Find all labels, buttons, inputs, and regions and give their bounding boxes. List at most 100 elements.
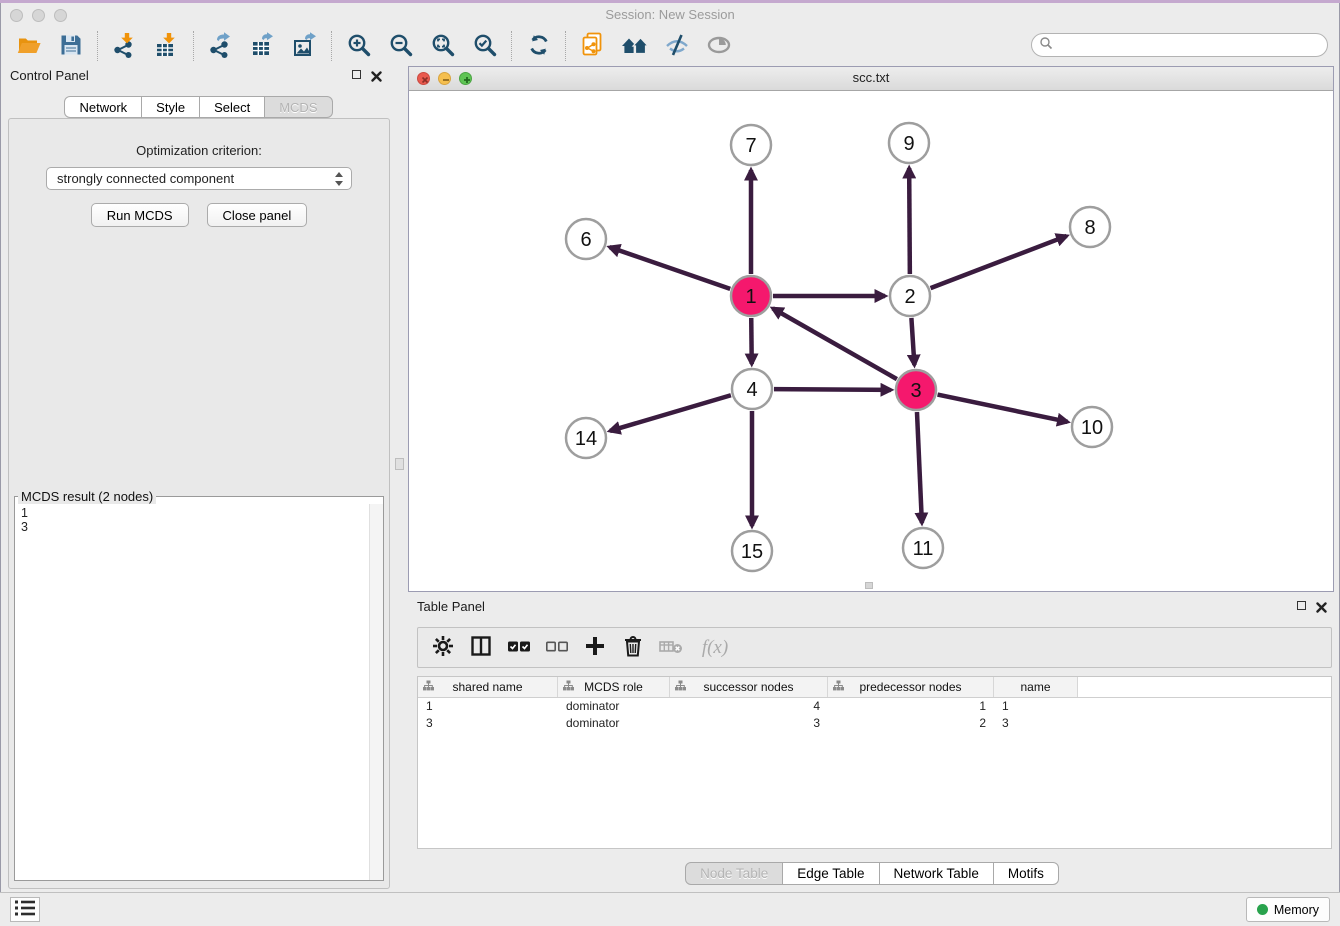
cell[interactable]: dominator: [558, 698, 670, 715]
tab-style[interactable]: Style: [142, 96, 200, 118]
task-history-button[interactable]: [10, 897, 40, 922]
columns-icon: [469, 634, 493, 661]
node-4[interactable]: 4: [732, 369, 772, 409]
export-network-button[interactable]: [200, 30, 242, 62]
network-window-titlebar[interactable]: scc.txt: [409, 67, 1333, 91]
run-mcds-button[interactable]: Run MCDS: [91, 203, 189, 227]
column-header-shared-name[interactable]: shared name: [418, 677, 558, 697]
edge-3-10[interactable]: [938, 395, 1068, 422]
table-options-button[interactable]: [427, 633, 458, 663]
edge-3-11[interactable]: [917, 412, 922, 523]
network-canvas[interactable]: 7 9 6 8 1 2 4 3 14 10 15 11: [409, 90, 1333, 591]
table-header-row: shared nameMCDS rolesuccessor nodesprede…: [418, 677, 1331, 698]
add-column-button[interactable]: [579, 633, 610, 663]
edge-4-3[interactable]: [774, 389, 891, 390]
search-icon: [1039, 36, 1053, 55]
svg-text:9: 9: [903, 133, 914, 155]
deselect-all-button[interactable]: [541, 633, 572, 663]
import-network-button[interactable]: [104, 30, 146, 62]
node-10[interactable]: 10: [1072, 407, 1112, 447]
tab-network[interactable]: Network: [64, 96, 142, 118]
float-panel-icon[interactable]: [352, 70, 361, 79]
column-header-successor-nodes[interactable]: successor nodes: [670, 677, 828, 697]
cell[interactable]: 4: [670, 698, 828, 715]
mcds-panel: Optimization criterion: strongly connect…: [8, 118, 390, 889]
network-scroll-grip[interactable]: [865, 582, 873, 589]
table-row[interactable]: 3dominator323: [418, 715, 1331, 732]
tab-node-table[interactable]: Node Table: [685, 862, 783, 885]
cell[interactable]: 2: [828, 715, 994, 732]
column-header-predecessor-nodes[interactable]: predecessor nodes: [828, 677, 994, 697]
edge-1-6[interactable]: [610, 247, 731, 289]
header-filler: [1078, 677, 1331, 697]
cell[interactable]: 1: [418, 698, 558, 715]
open-folder-icon: [16, 32, 42, 61]
close-panel-icon[interactable]: [1316, 600, 1327, 611]
tab-edge-table[interactable]: Edge Table: [783, 862, 879, 885]
close-panel-icon[interactable]: [371, 69, 382, 80]
show-all-networks-button[interactable]: [614, 30, 656, 62]
tab-mcds[interactable]: MCDS: [265, 96, 332, 118]
node-15[interactable]: 15: [732, 531, 772, 571]
cell[interactable]: 1: [828, 698, 994, 715]
optimization-criterion-select[interactable]: strongly connected component: [46, 167, 352, 190]
select-all-button[interactable]: [503, 633, 534, 663]
cell[interactable]: 3: [670, 715, 828, 732]
node-14[interactable]: 14: [566, 418, 606, 458]
memory-button[interactable]: Memory: [1246, 897, 1330, 922]
float-panel-icon[interactable]: [1297, 601, 1306, 610]
tab-motifs[interactable]: Motifs: [994, 862, 1059, 885]
edge-2-8[interactable]: [931, 236, 1067, 288]
delete-column-button[interactable]: [617, 633, 648, 663]
edge-3-1[interactable]: [773, 308, 897, 379]
network-view-window: scc.txt 7 9 6 8 1 2 4 3 14 10 15 11: [408, 66, 1334, 592]
zoom-selected-button[interactable]: [464, 30, 506, 62]
node-2[interactable]: 2: [890, 276, 930, 316]
first-neighbors-button[interactable]: [518, 30, 560, 62]
control-panel-header: Control Panel: [0, 64, 397, 88]
node-3[interactable]: 3: [896, 370, 936, 410]
svg-text:7: 7: [745, 135, 756, 157]
cell[interactable]: 1: [994, 698, 1078, 715]
node-6[interactable]: 6: [566, 219, 606, 259]
zoom-out-button[interactable]: [380, 30, 422, 62]
save-session-button[interactable]: [50, 30, 92, 62]
node-9[interactable]: 9: [889, 123, 929, 163]
open-session-button[interactable]: [8, 30, 50, 62]
edge-2-3[interactable]: [911, 318, 914, 365]
close-panel-button[interactable]: Close panel: [207, 203, 308, 227]
cell[interactable]: 3: [994, 715, 1078, 732]
search-input[interactable]: [1053, 37, 1327, 53]
cell[interactable]: 3: [418, 715, 558, 732]
hide-selected-button[interactable]: [656, 30, 698, 62]
node-table[interactable]: shared nameMCDS rolesuccessor nodesprede…: [417, 676, 1332, 849]
column-header-MCDS-role[interactable]: MCDS role: [558, 677, 670, 697]
export-image-button[interactable]: [284, 30, 326, 62]
node-8[interactable]: 8: [1070, 207, 1110, 247]
clone-network-button[interactable]: [572, 30, 614, 62]
export-table-button[interactable]: [242, 30, 284, 62]
show-graphics-details-button[interactable]: [698, 30, 740, 62]
column-header-name[interactable]: name: [994, 677, 1078, 697]
edge-2-9[interactable]: [909, 168, 910, 274]
table-row[interactable]: 1dominator411: [418, 698, 1331, 715]
node-1[interactable]: 1: [731, 276, 771, 316]
tab-network-table[interactable]: Network Table: [880, 862, 994, 885]
function-builder-button[interactable]: f(x): [693, 633, 737, 663]
show-columns-button[interactable]: [465, 633, 496, 663]
zoom-fit-button[interactable]: [422, 30, 464, 62]
titlebar: Session: New Session: [0, 3, 1340, 28]
cell[interactable]: dominator: [558, 715, 670, 732]
search-field[interactable]: [1031, 33, 1328, 57]
tab-select[interactable]: Select: [200, 96, 265, 118]
edge-4-14[interactable]: [610, 395, 731, 431]
delete-table-button[interactable]: [655, 633, 686, 663]
zoom-in-button[interactable]: [338, 30, 380, 62]
import-table-button[interactable]: [146, 30, 188, 62]
splitter-grip[interactable]: [395, 458, 404, 470]
zoom-selected-icon: [472, 32, 498, 61]
stepper-arrows-icon: [334, 171, 344, 190]
node-11[interactable]: 11: [903, 528, 943, 568]
result-scrollbar[interactable]: [369, 504, 383, 880]
node-7[interactable]: 7: [731, 125, 771, 165]
